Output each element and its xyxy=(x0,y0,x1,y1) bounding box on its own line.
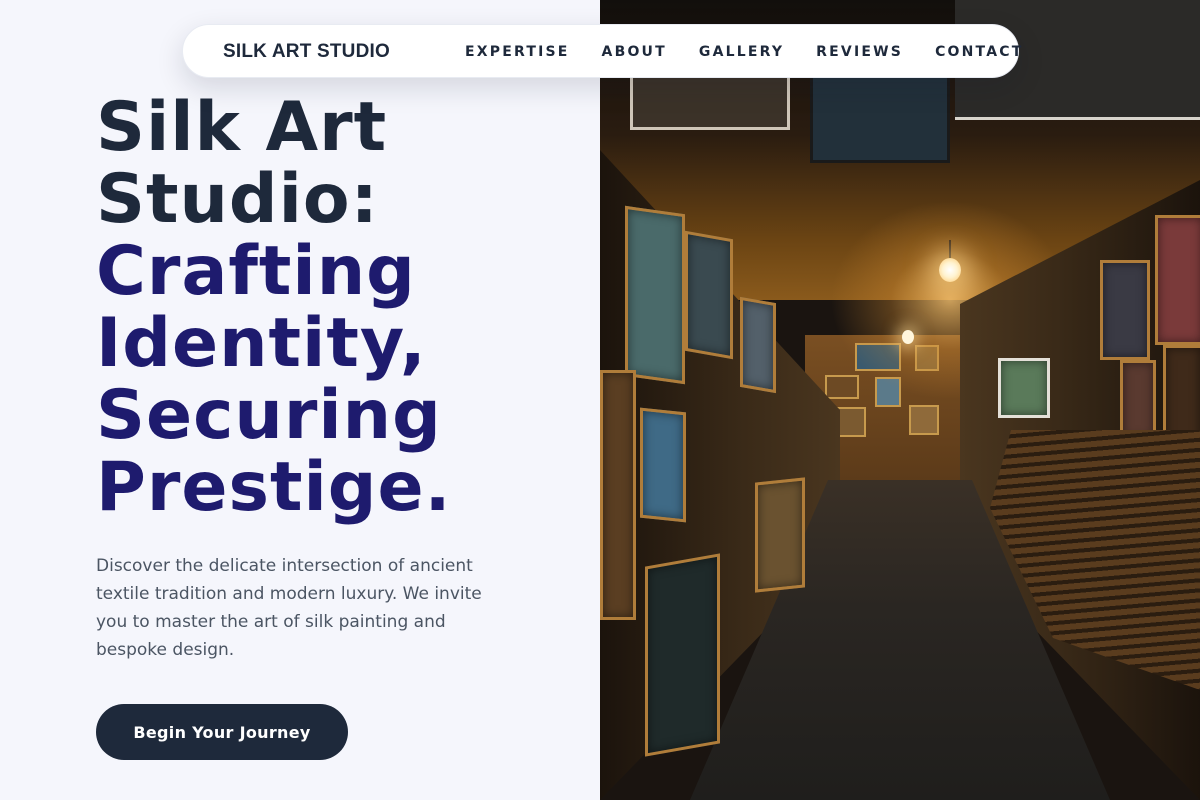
photo-painting xyxy=(998,358,1050,418)
nav-link-gallery[interactable]: GALLERY xyxy=(699,44,784,60)
photo-cord xyxy=(949,240,951,260)
hero-section: Silk Art Studio: Crafting Identity, Secu… xyxy=(0,0,600,800)
nav-link-reviews[interactable]: REVIEWS xyxy=(816,44,903,60)
photo-painting xyxy=(755,477,805,593)
photo-painting xyxy=(600,370,636,620)
photo-frame xyxy=(630,70,790,130)
brand-logo[interactable]: SILK ART STUDIO xyxy=(223,25,390,79)
hero-title-accent-line: Prestige. xyxy=(96,448,452,527)
begin-journey-button[interactable]: Begin Your Journey xyxy=(96,704,348,760)
nav-links: EXPERTISE ABOUT GALLERY REVIEWS CONTACT xyxy=(465,25,1023,79)
photo-painting xyxy=(1155,215,1200,345)
gallery-hero-image xyxy=(600,0,1200,800)
photo-painting xyxy=(1120,360,1156,440)
photo-light-bulb xyxy=(902,330,914,344)
hero-title-accent-line: Securing xyxy=(96,376,442,455)
top-navigation: SILK ART STUDIO EXPERTISE ABOUT GALLERY … xyxy=(182,24,1021,79)
photo-frame xyxy=(909,405,939,435)
photo-painting xyxy=(1100,260,1150,360)
nav-link-contact[interactable]: CONTACT xyxy=(935,44,1023,60)
hero-title-line: Studio: xyxy=(96,160,379,239)
photo-frame xyxy=(810,75,950,163)
hero-description: Discover the delicate intersection of an… xyxy=(96,556,482,660)
photo-painting xyxy=(640,407,686,523)
photo-painting xyxy=(685,230,733,360)
hero-title-line: Silk Art xyxy=(96,88,388,167)
photo-painting xyxy=(625,205,685,385)
hero-title-accent-line: Crafting xyxy=(96,232,416,311)
hero-title-accent-line: Identity, xyxy=(96,304,427,383)
nav-link-expertise[interactable]: EXPERTISE xyxy=(465,44,570,60)
photo-painting xyxy=(740,296,776,394)
hero-title: Silk Art Studio: Crafting Identity, Secu… xyxy=(96,92,451,524)
nav-link-about[interactable]: ABOUT xyxy=(602,44,667,60)
photo-painting xyxy=(645,553,720,757)
photo-light-bulb xyxy=(939,258,961,282)
